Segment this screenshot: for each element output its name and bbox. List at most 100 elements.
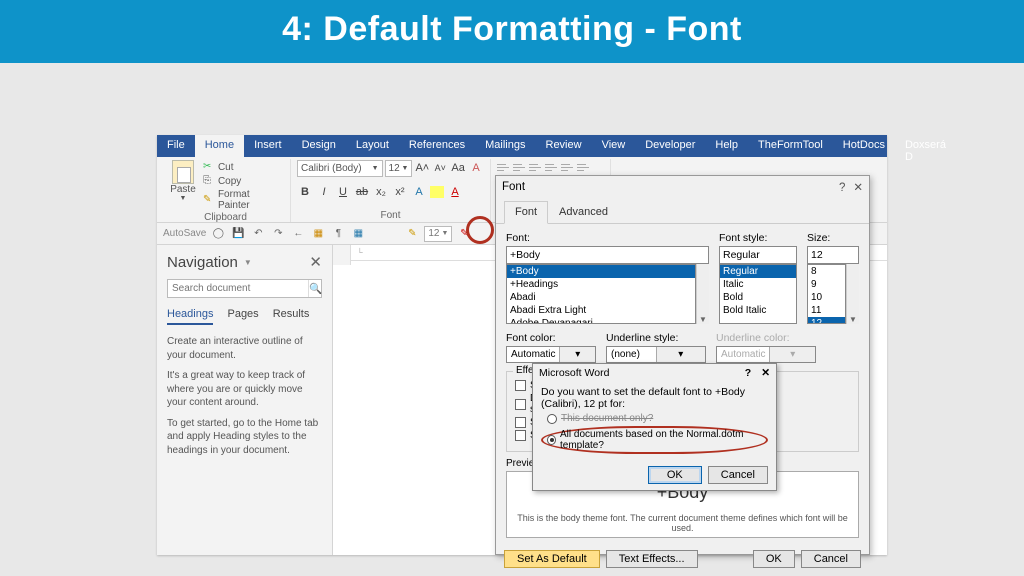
confirm-cancel-button[interactable]: Cancel [708, 466, 768, 484]
radio-all-documents[interactable]: All documents based on the Normal.dotm t… [547, 429, 762, 451]
list-item[interactable]: 8 [808, 265, 845, 278]
copy-icon: ⎘ [203, 175, 215, 187]
close-icon[interactable]: ✕ [309, 253, 322, 271]
tab-mailings[interactable]: Mailings [475, 135, 535, 157]
nav-tab-pages[interactable]: Pages [227, 308, 258, 325]
dialog-close-icon[interactable]: ✕ [853, 182, 863, 194]
font-name-list[interactable]: +Body +Headings Abadi Abadi Extra Light … [506, 264, 696, 324]
cut-button[interactable]: ✂Cut [203, 160, 284, 174]
format-painter-button[interactable]: ✎Format Painter [203, 188, 284, 212]
confirm-help-icon[interactable]: ? [745, 367, 751, 379]
list-item[interactable]: 9 [808, 278, 845, 291]
list-item[interactable]: +Headings [507, 278, 695, 291]
undo-icon[interactable]: ↶ [250, 226, 266, 242]
tab-font-dlg[interactable]: Font [504, 201, 548, 224]
subscript-button[interactable]: x₂ [373, 184, 389, 200]
italic-button[interactable]: I [316, 184, 332, 200]
font-name-input[interactable]: +Body [506, 246, 709, 264]
pilcrow-icon[interactable]: ¶ [330, 226, 346, 242]
font-style-input[interactable]: Regular [719, 246, 797, 264]
redo-icon[interactable]: ↷ [270, 226, 286, 242]
list-item[interactable]: Italic [720, 278, 796, 291]
set-as-default-button[interactable]: Set As Default [504, 550, 600, 568]
scissors-icon: ✂ [203, 161, 215, 173]
highlight-tool-icon[interactable]: ✎ [404, 226, 420, 242]
list-item[interactable]: Bold Italic [720, 304, 796, 317]
list-item[interactable]: Abadi [507, 291, 695, 304]
scrollbar[interactable]: ▼ [696, 264, 709, 324]
nav-title: Navigation [167, 254, 238, 271]
list-item[interactable]: Bold [720, 291, 796, 304]
copy-button[interactable]: ⎘Copy [203, 174, 284, 188]
tab-design[interactable]: Design [292, 135, 346, 157]
strike-button[interactable]: ab [354, 184, 370, 200]
bold-button[interactable]: B [297, 184, 313, 200]
font-size-combo[interactable]: 12▼ [385, 160, 413, 177]
radio-this-document[interactable]: This document only? [547, 413, 768, 424]
ok-button[interactable]: OK [753, 550, 795, 568]
highlight-icon[interactable] [430, 186, 444, 198]
nav-dropdown-icon[interactable]: ▼ [244, 258, 252, 267]
dialog-help-icon[interactable]: ? [839, 182, 845, 194]
underline-button[interactable]: U [335, 184, 351, 200]
confirm-ok-button[interactable]: OK [648, 466, 702, 484]
font-size-input[interactable]: 12 [807, 246, 859, 264]
save-icon[interactable]: 💾 [230, 226, 246, 242]
list-item[interactable]: Adobe Devanagari [507, 317, 695, 324]
paste-label: Paste [170, 184, 196, 195]
list-item[interactable]: 12 [808, 317, 845, 324]
tab-review[interactable]: Review [536, 135, 592, 157]
toolbar-icon[interactable]: ▦ [310, 226, 326, 242]
list-item[interactable]: +Body [507, 265, 695, 278]
shrink-font-icon[interactable]: A˅ [432, 160, 448, 176]
search-input[interactable] [168, 280, 308, 297]
tab-hotdocs[interactable]: HotDocs [833, 135, 895, 157]
tab-developer[interactable]: Developer [635, 135, 705, 157]
autosave-toggle-icon[interactable]: ◯ [210, 226, 226, 242]
tab-view[interactable]: View [592, 135, 636, 157]
list-item[interactable]: Regular [720, 265, 796, 278]
list-item[interactable]: 11 [808, 304, 845, 317]
slide-title-banner: 4: Default Formatting - Font [0, 0, 1024, 63]
confirm-title: Microsoft Word [539, 367, 609, 379]
cancel-button[interactable]: Cancel [801, 550, 861, 568]
text-effects-icon[interactable]: A [411, 184, 427, 200]
tab-advanced-dlg[interactable]: Advanced [548, 201, 619, 224]
tab-references[interactable]: References [399, 135, 475, 157]
text-effects-button[interactable]: Text Effects... [606, 550, 698, 568]
tab-insert[interactable]: Insert [244, 135, 292, 157]
font-style-list[interactable]: Regular Italic Bold Bold Italic [719, 264, 797, 324]
group-clipboard: Paste ▼ ✂Cut ⎘Copy ✎Format Painter Clipb… [161, 159, 291, 222]
confirm-default-dialog: Microsoft Word ?✕ Do you want to set the… [532, 363, 777, 491]
tab-help[interactable]: Help [705, 135, 748, 157]
paragraph-icons-row1[interactable] [497, 162, 607, 174]
search-icon[interactable]: 🔍 [308, 280, 322, 297]
change-case-icon[interactable]: Aa [450, 160, 466, 176]
repeat-icon[interactable]: ← [290, 226, 306, 242]
clear-formatting-icon[interactable]: A [468, 160, 484, 176]
tab-doxsera[interactable]: Doxserá D [895, 135, 956, 157]
tab-file[interactable]: File [157, 135, 195, 157]
paste-button[interactable]: Paste ▼ [167, 160, 199, 212]
confirm-close-icon[interactable]: ✕ [761, 367, 770, 379]
confirm-titlebar: Microsoft Word ? ✕ [533, 364, 776, 382]
font-size-list[interactable]: 8 9 10 11 12 [807, 264, 846, 324]
underline-style-dropdown[interactable]: (none)▾ [606, 346, 706, 363]
font-color-dropdown[interactable]: Automatic▾ [506, 346, 596, 363]
list-item[interactable]: Abadi Extra Light [507, 304, 695, 317]
label-font-style: Font style: [719, 232, 797, 244]
nav-tab-headings[interactable]: Headings [167, 308, 213, 325]
superscript-button[interactable]: x² [392, 184, 408, 200]
font-name-combo[interactable]: Calibri (Body)▼ [297, 160, 383, 177]
qat-size-combo[interactable]: 12▼ [424, 226, 452, 242]
table-icon[interactable]: ▦ [350, 226, 366, 242]
grow-font-icon[interactable]: A˄ [414, 160, 430, 176]
tab-layout[interactable]: Layout [346, 135, 399, 157]
scrollbar[interactable]: ▼ [846, 264, 859, 324]
search-input-wrap: 🔍 [167, 279, 322, 298]
font-color-icon[interactable]: A [447, 184, 463, 200]
tab-home[interactable]: Home [195, 135, 244, 157]
list-item[interactable]: 10 [808, 291, 845, 304]
tab-theformtool[interactable]: TheFormTool [748, 135, 833, 157]
nav-tab-results[interactable]: Results [273, 308, 310, 325]
